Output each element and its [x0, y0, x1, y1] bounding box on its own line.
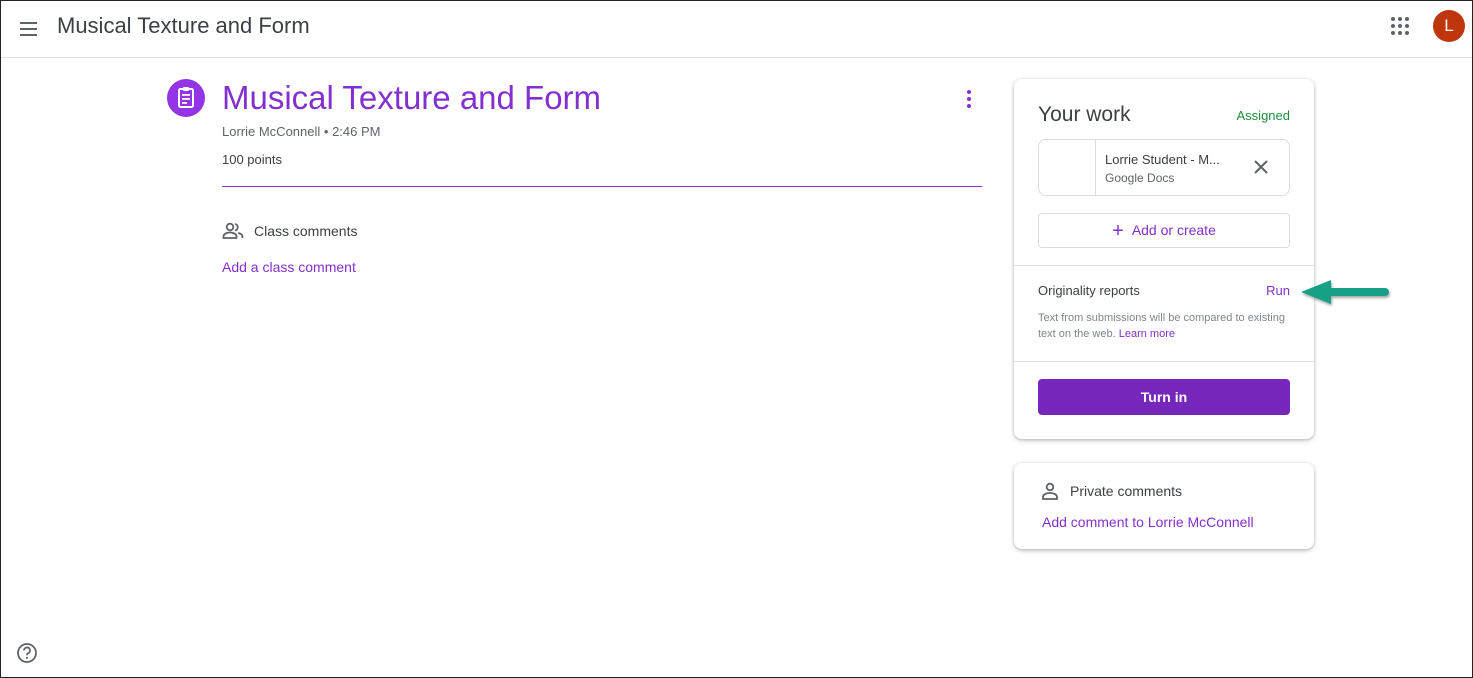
assignment-clipboard-icon: [167, 79, 205, 117]
originality-reports-label: Originality reports: [1038, 283, 1140, 298]
attachment-item[interactable]: Lorrie Student - M... Google Docs: [1038, 139, 1290, 196]
private-comments-label: Private comments: [1070, 483, 1183, 499]
add-or-create-button[interactable]: + Add or create: [1038, 213, 1290, 248]
attachment-type: Google Docs: [1105, 171, 1175, 185]
author-name: Lorrie McConnell: [222, 124, 321, 139]
hamburger-menu-icon[interactable]: [18, 17, 42, 41]
meta-separator: •: [323, 124, 329, 139]
app-title: Musical Texture and Form: [57, 13, 310, 38]
your-work-title: Your work: [1038, 103, 1131, 126]
add-private-comment-link[interactable]: Add comment to Lorrie McConnell: [1042, 514, 1254, 530]
section-divider: [1014, 265, 1314, 266]
top-app-bar: Musical Texture and Form L: [1, 1, 1472, 58]
class-comments-label: Class comments: [254, 223, 358, 239]
originality-description: Text from submissions will be compared t…: [1038, 310, 1294, 342]
plus-icon: +: [1112, 220, 1124, 242]
help-icon[interactable]: [16, 642, 38, 664]
posted-time: 2:46 PM: [332, 124, 381, 139]
assignment-title: Musical Texture and Form: [222, 79, 602, 116]
run-originality-link[interactable]: Run: [1266, 283, 1290, 298]
add-or-create-label: Add or create: [1131, 222, 1216, 238]
turn-in-button[interactable]: Turn in: [1038, 379, 1290, 415]
more-options-icon[interactable]: [959, 87, 979, 111]
your-work-card: Your work Assigned Lorrie Student - M...…: [1014, 79, 1314, 439]
google-apps-grid-icon[interactable]: [1391, 17, 1411, 37]
header-divider: [222, 186, 982, 187]
attachment-name: Lorrie Student - M...: [1105, 152, 1220, 167]
learn-more-link[interactable]: Learn more: [1119, 328, 1175, 340]
person-icon: [1042, 482, 1058, 500]
close-icon[interactable]: [1251, 157, 1271, 177]
people-icon: [222, 222, 244, 240]
section-divider: [1014, 361, 1314, 362]
private-comments-card: Private comments Add comment to Lorrie M…: [1014, 463, 1314, 549]
annotation-arrow-icon: [1299, 277, 1393, 307]
points-label: 100 points: [222, 152, 282, 167]
attachment-thumbnail: [1039, 140, 1096, 195]
assignment-meta: Lorrie McConnell • 2:46 PM: [222, 124, 381, 139]
add-class-comment-link[interactable]: Add a class comment: [222, 259, 356, 275]
account-avatar[interactable]: L: [1433, 10, 1465, 42]
status-badge: Assigned: [1236, 108, 1290, 123]
